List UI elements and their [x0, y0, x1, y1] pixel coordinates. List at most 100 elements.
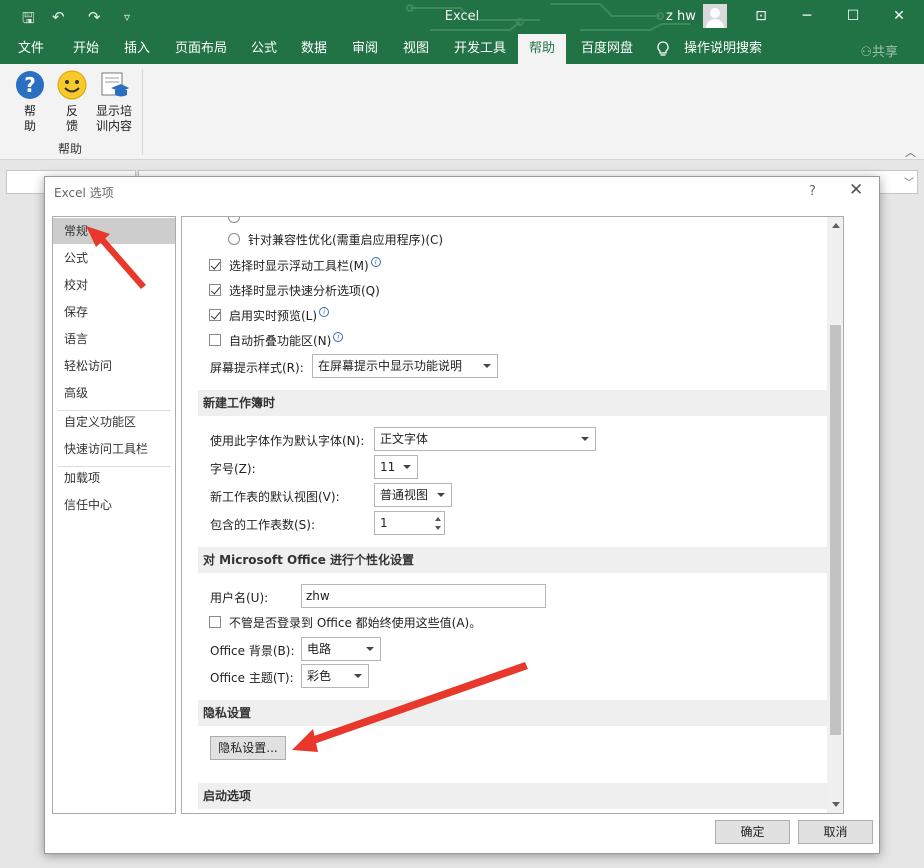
default-view-select[interactable]: 普通视图: [374, 483, 452, 507]
nav-formulas[interactable]: 公式: [53, 245, 175, 271]
radio-optimize-compatibility-label: 针对兼容性优化(需重启应用程序)(C): [248, 233, 444, 247]
smiley-icon: [57, 70, 87, 100]
group-separator: [142, 70, 143, 154]
training-icon: [99, 70, 129, 100]
ribbon-display-options-button[interactable]: ⊡: [738, 0, 784, 34]
dialog-close-button[interactable]: ✕: [849, 180, 863, 200]
help-label-2: 助: [23, 119, 36, 133]
checkbox-live-preview[interactable]: [209, 309, 221, 321]
screentip-style-label: 屏幕提示样式(R):: [210, 361, 304, 375]
nav-advanced[interactable]: 高级: [53, 380, 175, 406]
office-theme-select[interactable]: 彩色: [301, 664, 369, 688]
close-button[interactable]: ✕: [876, 0, 922, 34]
live-preview-label: 启用实时预览(L) i: [229, 307, 330, 324]
minimize-button[interactable]: ─: [784, 0, 830, 34]
dialog-help-button[interactable]: ?: [809, 184, 816, 199]
tell-me-search[interactable]: 操作说明搜索: [684, 34, 762, 64]
show-training-button[interactable]: 显示培 训内容: [94, 70, 134, 134]
radio-optimize-appearance[interactable]: [228, 217, 240, 223]
default-font-label: 使用此字体作为默认字体(N):: [210, 434, 365, 448]
section-personalize: 对 Microsoft Office 进行个性化设置: [198, 547, 843, 573]
section-privacy: 隐私设置: [198, 700, 843, 726]
username-input[interactable]: zhw: [301, 584, 546, 608]
privacy-settings-button[interactable]: 隐私设置...: [210, 736, 286, 760]
nav-customize-ribbon[interactable]: 自定义功能区: [53, 409, 175, 435]
ribbon-tabs: 文件 开始 插入 页面布局 公式 数据 审阅 视图 开发工具 帮助 百度网盘 操…: [0, 34, 924, 64]
screentip-style-select[interactable]: 在屏幕提示中显示功能说明: [312, 354, 498, 378]
tab-page-layout[interactable]: 页面布局: [175, 34, 227, 64]
cancel-button[interactable]: 取消: [798, 820, 873, 844]
checkbox-always-use-values[interactable]: [209, 616, 221, 628]
nav-add-ins[interactable]: 加载项: [53, 465, 175, 491]
tab-formulas[interactable]: 公式: [251, 34, 277, 64]
options-content: 针对兼容性优化(需重启应用程序)(C) 选择时显示浮动工具栏(M) i 选择时显示…: [181, 216, 844, 814]
help-icon: ?: [15, 70, 45, 100]
training-label-2: 训内容: [95, 119, 132, 133]
share-label: 共享: [871, 45, 898, 60]
content-scrollbar[interactable]: [827, 217, 843, 813]
help-label-1: 帮: [23, 104, 36, 118]
nav-language[interactable]: 语言: [53, 326, 175, 352]
tab-developer[interactable]: 开发工具: [454, 34, 506, 64]
tab-review[interactable]: 审阅: [352, 34, 378, 64]
tab-insert[interactable]: 插入: [124, 34, 150, 64]
help-button[interactable]: ? 帮 助: [15, 70, 45, 134]
office-background-select[interactable]: 电路: [301, 637, 381, 661]
tab-data[interactable]: 数据: [301, 34, 327, 64]
dialog-title: Excel 选项: [54, 186, 114, 200]
scroll-up-icon[interactable]: [832, 223, 840, 228]
ok-button[interactable]: 确定: [715, 820, 790, 844]
nav-trust-center[interactable]: 信任中心: [53, 492, 175, 518]
font-size-label: 字号(Z):: [210, 462, 256, 476]
collapse-ribbon-icon[interactable]: ︿: [905, 144, 916, 160]
scroll-down-icon[interactable]: [832, 802, 840, 807]
default-font-select[interactable]: 正文字体: [374, 427, 596, 451]
title-bar: 🖫 ↶ ↷ ▿ Excel z hw ⊡ ─ ☐ ✕: [0, 0, 924, 34]
nav-quick-access-toolbar[interactable]: 快速访问工具栏: [53, 436, 175, 462]
default-view-label: 新工作表的默认视图(V):: [210, 490, 340, 504]
nav-accessibility[interactable]: 轻松访问: [53, 353, 175, 379]
tab-home[interactable]: 开始: [73, 34, 99, 64]
sheet-count-stepper[interactable]: 1: [374, 511, 445, 535]
scroll-thumb[interactable]: [830, 325, 841, 735]
feedback-button[interactable]: 反 馈: [57, 70, 87, 134]
feedback-label-2: 馈: [65, 119, 78, 133]
section-new-workbook: 新建工作簿时: [198, 390, 843, 416]
checkbox-auto-collapse-ribbon[interactable]: [209, 334, 221, 346]
info-icon[interactable]: i: [319, 307, 330, 317]
group-label-help: 帮助: [58, 142, 83, 156]
ribbon: ? 帮 助 反 馈 显示培 训内容 帮助 ︿: [0, 64, 924, 160]
office-theme-label: Office 主题(T):: [210, 671, 294, 685]
office-background-label: Office 背景(B):: [210, 644, 295, 658]
nav-proofing[interactable]: 校对: [53, 272, 175, 298]
avatar[interactable]: [703, 4, 727, 28]
section-startup: 启动选项: [198, 783, 843, 809]
expand-formula-bar-icon[interactable]: ﹀: [904, 174, 914, 189]
tab-baidu-netdisk[interactable]: 百度网盘: [581, 34, 633, 64]
tab-file[interactable]: 文件: [18, 34, 44, 64]
always-use-values-label: 不管是否登录到 Office 都始终使用这些值(A)。: [229, 616, 482, 630]
share-button[interactable]: ⚇共享: [860, 41, 898, 60]
font-size-select[interactable]: 11: [374, 455, 418, 479]
feedback-label-1: 反: [65, 104, 78, 118]
maximize-button[interactable]: ☐: [830, 0, 876, 34]
options-nav: 常规 公式 校对 保存 语言 轻松访问 高级 自定义功能区 快速访问工具栏 加载…: [52, 216, 176, 814]
sheet-count-label: 包含的工作表数(S):: [210, 518, 316, 532]
info-icon[interactable]: i: [333, 332, 344, 342]
tab-view[interactable]: 视图: [403, 34, 429, 64]
person-icon: ⚇: [860, 45, 872, 60]
username-label: 用户名(U):: [210, 591, 269, 605]
tab-help[interactable]: 帮助: [518, 34, 566, 64]
info-icon[interactable]: i: [370, 257, 381, 267]
lightbulb-icon: [657, 41, 669, 56]
quick-analysis-label: 选择时显示快速分析选项(Q): [229, 284, 380, 298]
radio-optimize-compatibility[interactable]: [228, 233, 240, 245]
user-name[interactable]: z hw: [666, 9, 696, 24]
checkbox-quick-analysis[interactable]: [209, 284, 221, 296]
mini-toolbar-label: 选择时显示浮动工具栏(M) i: [229, 257, 381, 274]
checkbox-mini-toolbar[interactable]: [209, 259, 221, 271]
svg-text:?: ?: [24, 73, 36, 97]
nav-general[interactable]: 常规: [53, 218, 175, 244]
nav-save[interactable]: 保存: [53, 299, 175, 325]
excel-options-dialog: Excel 选项 ? ✕ 常规 公式 校对 保存 语言 轻松访问 高级 自定义功…: [44, 176, 880, 854]
